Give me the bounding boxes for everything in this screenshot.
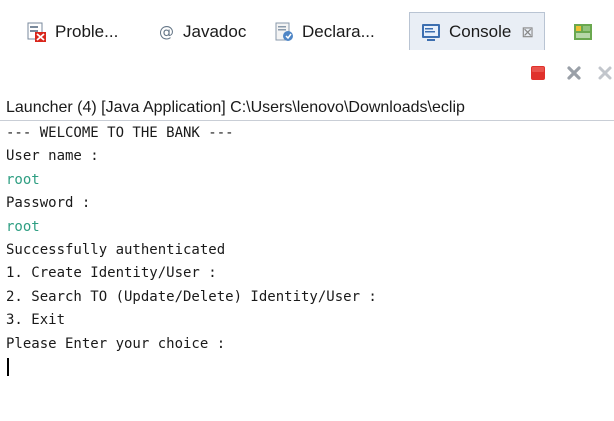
tab-label: Console — [449, 22, 512, 41]
console-line: 2. Search TO (Update/Delete) Identity/Us… — [6, 288, 377, 305]
close-icon[interactable]: ⊠ — [521, 23, 534, 41]
console-line: 3. Exit — [6, 312, 66, 329]
console-input-line: root — [6, 218, 40, 235]
console-toolbar — [0, 50, 614, 96]
console-line: Password : — [6, 195, 91, 212]
console-line: Successfully authenticated — [6, 241, 226, 258]
launch-description: Launcher (4) [Java Application] C:\Users… — [0, 95, 614, 121]
text-cursor — [7, 357, 9, 376]
tab-console[interactable]: Console ⊠ — [409, 12, 545, 51]
declaration-icon — [273, 21, 295, 43]
console-input-line: root — [6, 171, 40, 188]
tab-problems[interactable]: Proble... — [26, 14, 118, 50]
console-icon — [420, 21, 442, 43]
console-output[interactable]: --- WELCOME TO THE BANK --- User name : … — [0, 122, 614, 421]
console-input-prompt[interactable] — [6, 356, 614, 379]
terminate-icon[interactable] — [529, 64, 547, 82]
javadoc-icon: @ — [158, 21, 176, 43]
remove-all-icon[interactable] — [596, 64, 614, 82]
tab-declaration[interactable]: Declara... — [273, 14, 375, 50]
problems-icon — [26, 21, 48, 43]
progress-icon — [572, 21, 594, 43]
tab-progress[interactable] — [572, 14, 601, 50]
console-line: Please Enter your choice : — [6, 335, 226, 352]
tab-label: Proble... — [55, 22, 119, 41]
tab-label: Javadoc — [183, 22, 247, 41]
console-line: --- WELCOME TO THE BANK --- — [6, 125, 234, 141]
remove-launch-icon[interactable] — [565, 64, 583, 82]
tab-label: Declara... — [302, 22, 375, 41]
console-line: User name : — [6, 148, 99, 165]
tab-javadoc[interactable]: @ Javadoc — [158, 14, 246, 50]
svg-text:@: @ — [159, 23, 174, 41]
view-tab-bar: Proble... @ Javadoc Declara... Console ⊠ — [0, 0, 614, 51]
console-line: 1. Create Identity/User : — [6, 265, 217, 282]
